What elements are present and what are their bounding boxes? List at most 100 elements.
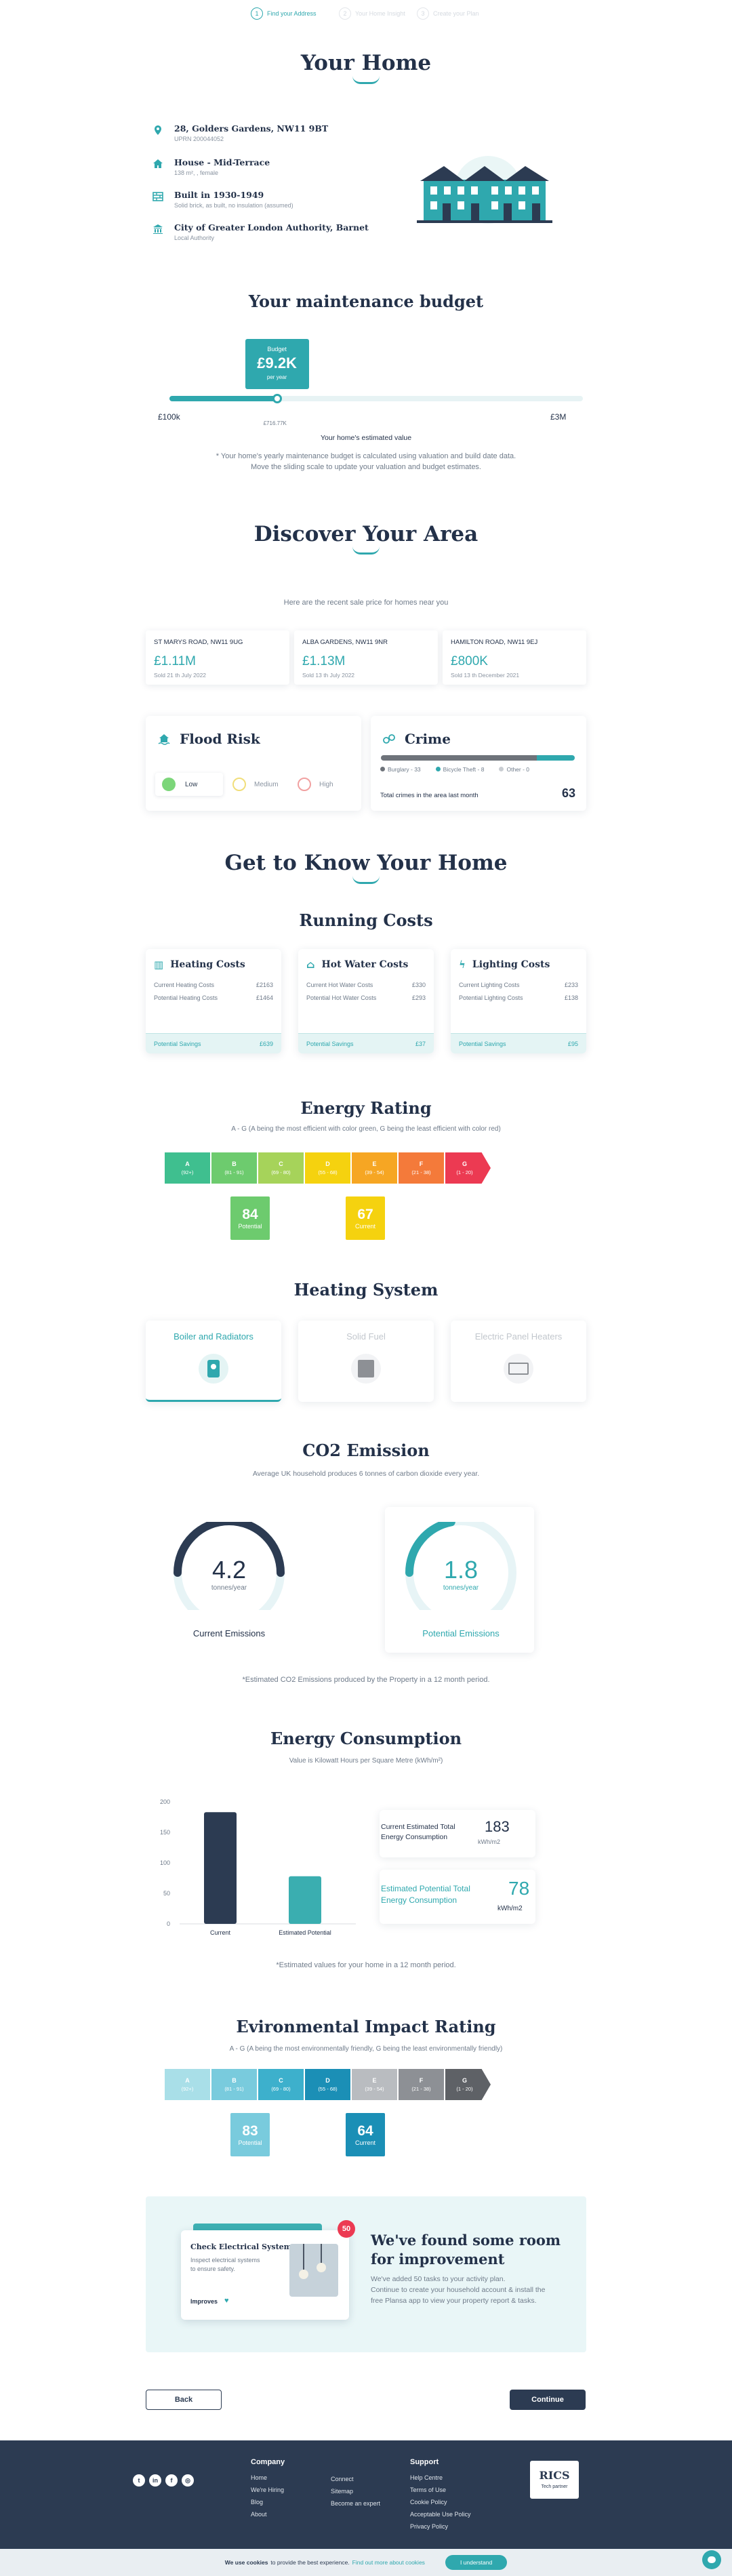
footer-link-acceptable[interactable]: Acceptable Use Policy [410,2511,471,2518]
environmental-sub: A - G (A being the most environmentally … [229,2045,503,2053]
linkedin-icon[interactable]: in [149,2474,161,2487]
footer-link-connect[interactable]: Connect [331,2476,380,2482]
facebook-icon[interactable]: f [165,2474,178,2487]
current-cost-label: Current Hot Water Costs [306,982,373,988]
brick-wall-icon [152,192,163,201]
step-1[interactable]: 1 Find your Address [251,5,317,22]
footer-link-about[interactable]: About [251,2511,285,2518]
heating-option-electric-panel-label: Electric Panel Heaters [474,1331,563,1342]
footer-link-blog[interactable]: Blog [251,2499,285,2505]
slider-min-label: £100k [158,412,180,422]
energy-band-range: (21 - 38) [411,1169,431,1175]
consumption-sub: Value is Kilowatt Hours per Square Metre… [289,1757,443,1765]
footer-link-cookie[interactable]: Cookie Policy [410,2499,471,2505]
env-band-range: (39 - 54) [365,2086,384,2092]
home-title: Your Home [300,51,432,75]
potential-consumption-value: 78 [508,1878,530,1899]
cookie-accept-button[interactable]: I understand [445,2555,508,2570]
current-cost-value: £330 [411,982,426,988]
back-button[interactable]: Back [146,2390,222,2410]
bar-estimated-potential [289,1876,321,1924]
env-potential-value: 83 [242,2123,258,2139]
valuation-slider-track[interactable] [169,396,583,401]
energy-consumption-chart: 0 50 100 150 200 Current Estimated Potential [160,1798,356,1936]
flood-medium-label: Medium [254,780,279,788]
footer-link-help[interactable]: Help Centre [410,2474,471,2481]
current-cost-label: Current Heating Costs [154,982,215,988]
hot-water-costs-card: ⌂ Hot Water Costs Current Hot Water Costs… [298,949,434,1053]
current-cost-value: £233 [564,982,578,988]
footer-link-home[interactable]: Home [251,2474,285,2481]
sale-price: £1.11M [154,654,196,668]
property-type-title: House - Mid-Terrace [174,157,270,167]
flood-high-indicator [298,778,311,791]
flood-house-icon [158,734,170,745]
crime-bar-segment-0 [381,755,537,761]
energy-band-c: C (69 - 80) [258,1152,304,1184]
radiator-icon: ▥ [154,959,164,971]
flood-risk-card: Flood Risk Low Medium High [146,716,361,811]
environmental-title: Evironmental Impact Rating [236,2017,496,2036]
savings-label: Potential Savings [306,1040,354,1047]
sale-card: ST MARYS ROAD, NW11 9UG £1.11M Sold 21 t… [146,630,289,685]
cookie-more-link[interactable]: Find out more about cookies [352,2559,425,2566]
heating-option-solid-fuel[interactable]: Solid Fuel [298,1321,434,1402]
budget-title: Your maintenance budget [248,291,484,311]
slider-value-label: £716.77K [263,420,287,426]
env-band-range: (69 - 80) [271,2086,291,2092]
sale-street: HAMILTON ROAD, NW11 9EJ [451,639,538,646]
step-2-number: 2 [339,7,351,20]
budget-note-line1: * Your home's yearly maintenance budget … [216,452,516,460]
flood-level-high: High [291,773,333,796]
energy-band-b: B (81 - 91) [211,1152,257,1184]
energy-potential-marker: 84 Potential [230,1196,270,1240]
task-card-sub: Inspect electrical systems to ensure saf… [190,2257,260,2272]
continue-button[interactable]: Continue [510,2390,586,2410]
energy-current-value: 67 [357,1207,373,1222]
env-potential-marker: 83 Potential [230,2113,270,2156]
savings-value: £37 [415,1040,426,1047]
instagram-icon[interactable]: ◎ [182,2474,194,2487]
sale-date: Sold 13 th July 2022 [302,672,355,679]
improvement-title-line1: We've found some room [371,2232,561,2249]
footer-link-expert[interactable]: Become an expert [331,2500,380,2507]
footer-link-sitemap[interactable]: Sitemap [331,2488,380,2495]
twitter-icon[interactable]: t [133,2474,145,2487]
area-intro: Here are the recent sale price for homes… [283,599,449,607]
energy-band-e: E (39 - 54) [352,1152,397,1184]
step-2[interactable]: 2 Your Home Insight [339,5,405,22]
chat-icon[interactable] [702,2550,721,2569]
y-tick-label: 100 [160,1859,170,1866]
improvement-text-line2: Continue to create your household accoun… [371,2286,546,2294]
step-2-label: Your Home Insight [355,10,405,17]
env-band-range: (1 - 20) [456,2086,473,2092]
crime-legend-bicycle-label: Bicycle Theft - 8 [443,766,485,773]
running-costs-title: Running Costs [299,910,433,930]
energy-band-g: G (1 - 20) [445,1152,491,1184]
heating-option-solid-fuel-label: Solid Fuel [346,1331,386,1342]
potential-consumption-unit: kWh/m2 [497,1905,523,1912]
cookie-text: We use cookies [224,2559,268,2566]
potential-emissions-value: 1.8 [443,1556,479,1584]
footer-link-hiring[interactable]: We're Hiring [251,2487,285,2493]
improvement-panel: Check Electrical Systems Inspect electri… [146,2196,586,2352]
property-type-sub: 138 m², , female [174,169,219,176]
footer-company-title: Company [251,2458,285,2466]
env-band-range: (81 - 91) [224,2086,244,2092]
budget-badge-value: £9.2K [257,355,297,371]
footer-link-terms[interactable]: Terms of Use [410,2487,471,2493]
footer-link-privacy[interactable]: Privacy Policy [410,2523,471,2530]
task-card-title: Check Electrical Systems [190,2242,296,2251]
rics-logo: RICS Tech partner [530,2461,579,2499]
current-emissions-value: 4.2 [211,1556,247,1584]
current-consumption-value: 183 [485,1818,510,1835]
energy-band-range: (39 - 54) [365,1169,384,1175]
step-3[interactable]: 3 Create your Plan [417,5,479,22]
heating-option-boiler[interactable]: Boiler and Radiators [146,1321,281,1402]
flood-low-label: Low [185,780,198,788]
env-band-range: (92+) [181,2086,194,2092]
heating-option-electric-panel[interactable]: Electric Panel Heaters [451,1321,586,1402]
valuation-slider-fill [169,396,277,401]
valuation-slider-handle[interactable] [272,394,282,403]
house-icon [153,159,163,168]
